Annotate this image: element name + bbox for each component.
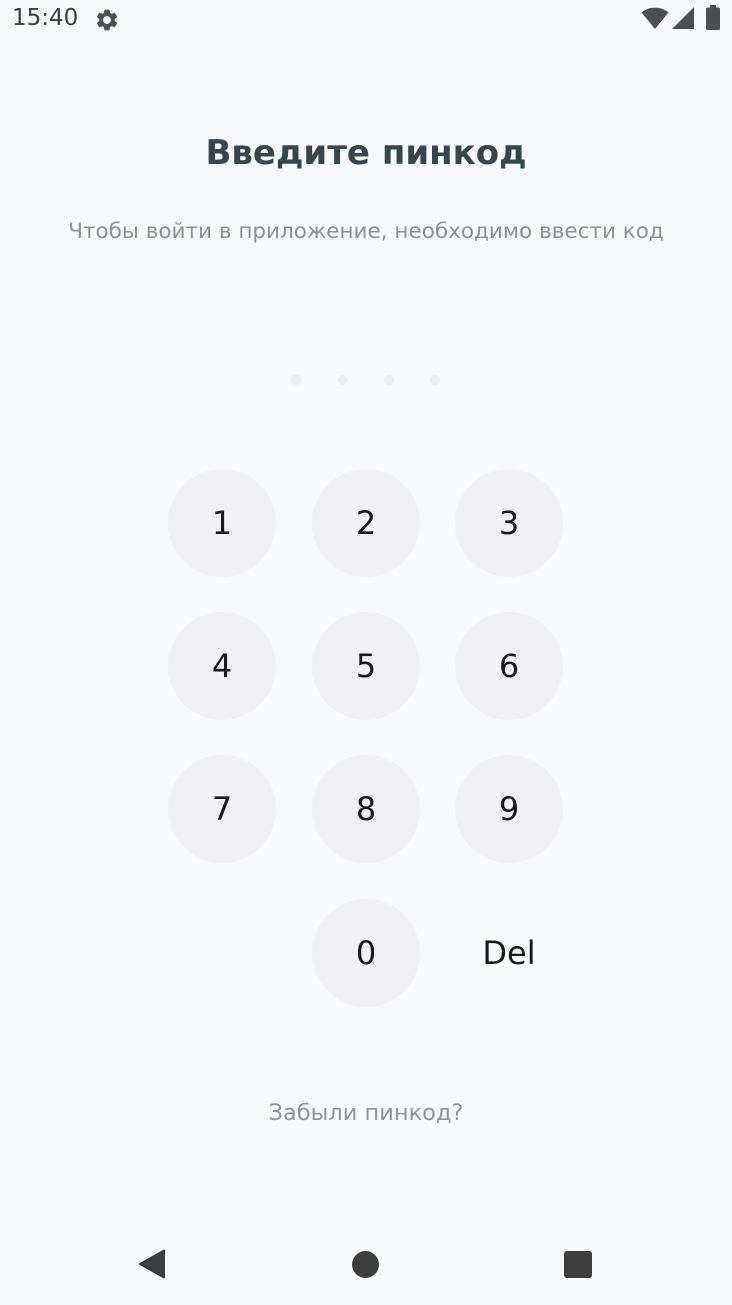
battery-icon bbox=[706, 5, 720, 30]
pin-dot bbox=[384, 375, 394, 385]
key-0[interactable]: 0 bbox=[312, 899, 420, 1007]
key-4[interactable]: 4 bbox=[168, 612, 276, 720]
pin-dot bbox=[338, 375, 348, 385]
recents-icon[interactable] bbox=[564, 1251, 592, 1278]
key-9[interactable]: 9 bbox=[455, 755, 563, 863]
key-2[interactable]: 2 bbox=[312, 469, 420, 577]
forgot-pin-link[interactable]: Забыли пинкод? bbox=[0, 1100, 732, 1126]
page-subtitle: Чтобы войти в приложение, необходимо вве… bbox=[68, 219, 664, 244]
pin-dot bbox=[291, 375, 301, 385]
pin-dot bbox=[430, 375, 440, 385]
home-icon[interactable] bbox=[352, 1251, 379, 1278]
gear-icon bbox=[96, 9, 118, 31]
key-8[interactable]: 8 bbox=[312, 755, 420, 863]
key-3[interactable]: 3 bbox=[455, 469, 563, 577]
back-icon[interactable] bbox=[138, 1249, 166, 1279]
key-7[interactable]: 7 bbox=[168, 755, 276, 863]
signal-icon bbox=[672, 7, 694, 29]
key-5[interactable]: 5 bbox=[312, 612, 420, 720]
key-1[interactable]: 1 bbox=[168, 469, 276, 577]
wifi-icon bbox=[641, 7, 669, 29]
page-title: Введите пинкод bbox=[205, 133, 527, 173]
key-6[interactable]: 6 bbox=[455, 612, 563, 720]
status-time: 15:40 bbox=[12, 5, 79, 31]
status-bar: 15:40 bbox=[0, 0, 732, 40]
delete-button[interactable]: Del bbox=[455, 899, 563, 1007]
